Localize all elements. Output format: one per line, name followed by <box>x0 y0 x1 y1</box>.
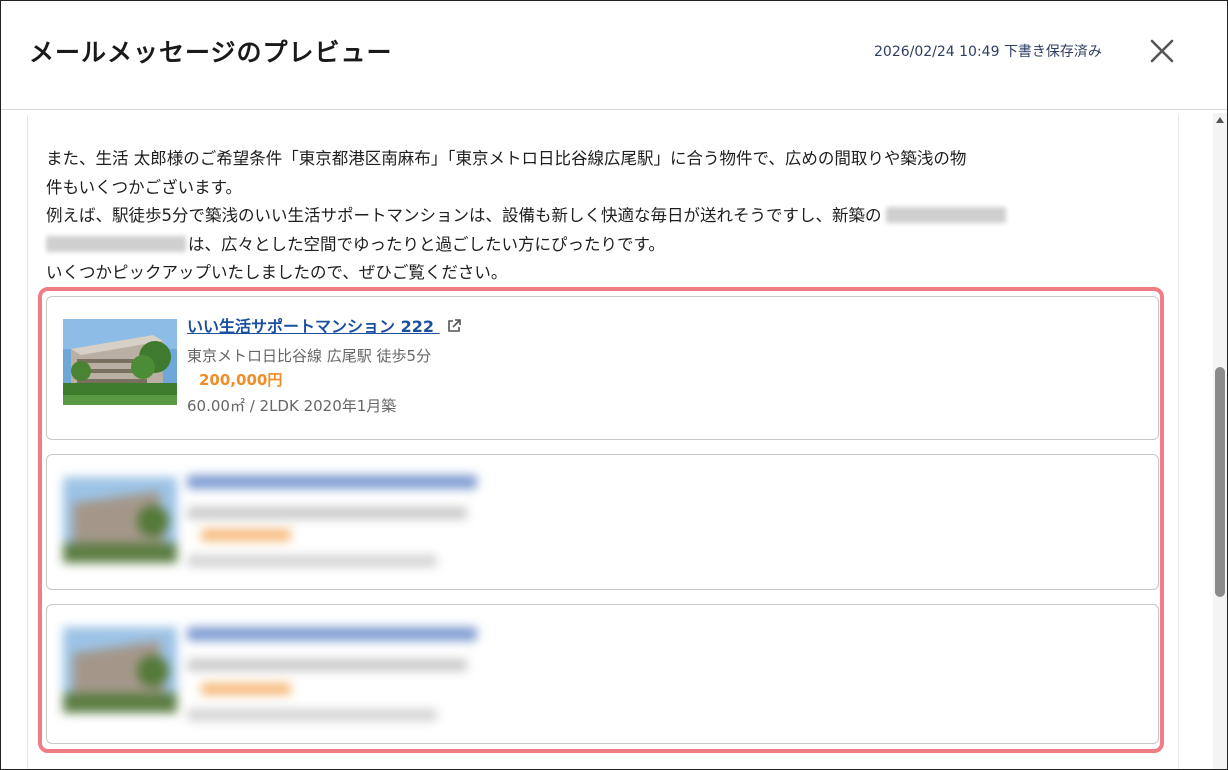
redacted-property-access <box>187 659 467 671</box>
property-access: 東京メトロ日比谷線 広尾駅 徒歩5分 <box>187 347 432 365</box>
redacted-text <box>46 235 186 252</box>
message-line: いくつかピックアップいたしましたので、ぜひご覧ください。 <box>46 263 508 283</box>
redacted-property-name <box>187 475 477 489</box>
message-line-text: は、広々とした空間でゆったりと過ごしたい方にぴったりです。 <box>188 234 665 254</box>
message-line: 例えば、駅徒歩5分で築浅のいい生活サポートマンションは、設備も新しく快適な毎日が… <box>46 202 1171 231</box>
redacted-property-price <box>201 683 291 695</box>
redacted-property-access <box>187 507 467 519</box>
message-line-text: 例えば、駅徒歩5分で築浅のいい生活サポートマンションは、設備も新しく快適な毎日が… <box>46 206 882 226</box>
external-link-icon <box>447 319 461 332</box>
message-text: また、生活 太郎様のご希望条件「東京都港区南麻布」「東京メトロ日比谷線広尾駅」に… <box>46 145 1171 288</box>
close-icon <box>1150 39 1174 63</box>
redacted-property-spec <box>187 555 437 567</box>
property-card[interactable]: いい生活サポートマンション 222 東京メトロ日比谷線 広尾駅 徒歩5分 200… <box>46 296 1159 440</box>
scroll-up-arrow-icon[interactable] <box>1216 117 1224 123</box>
dialog-title: メールメッセージのプレビュー <box>29 38 393 67</box>
property-photo <box>63 477 177 563</box>
redacted-text <box>885 207 1006 224</box>
property-spec: 60.00㎡ / 2LDK 2020年1月築 <box>187 397 397 415</box>
dialog-header: メールメッセージのプレビュー 2026/02/24 10:49 下書き保存済み <box>1 1 1227 110</box>
property-price: 200,000円 <box>199 371 283 389</box>
message-line: また、生活 太郎様のご希望条件「東京都港区南麻布」「東京メトロ日比谷線広尾駅」に… <box>46 149 967 168</box>
draft-saved-status: 2026/02/24 10:49 下書き保存済み <box>874 44 1102 60</box>
close-button[interactable] <box>1148 37 1176 65</box>
scrollbar-thumb[interactable] <box>1215 367 1225 597</box>
mail-preview-dialog: メールメッセージのプレビュー 2026/02/24 10:49 下書き保存済み … <box>0 0 1228 770</box>
property-name-link[interactable]: いい生活サポートマンション 222 <box>187 313 462 337</box>
property-photo <box>63 627 177 713</box>
property-name: いい生活サポートマンション 222 <box>187 317 434 336</box>
property-photo <box>63 319 177 405</box>
vertical-scrollbar[interactable] <box>1213 113 1227 769</box>
message-line: 件もいくつかございます。 <box>46 177 243 197</box>
property-card[interactable] <box>46 454 1159 590</box>
message-line: は、広々とした空間でゆったりと過ごしたい方にぴったりです。 <box>46 231 1171 260</box>
redacted-property-spec <box>187 709 437 721</box>
redacted-property-price <box>201 529 291 541</box>
property-card[interactable] <box>46 604 1159 744</box>
redacted-property-name <box>187 627 477 641</box>
